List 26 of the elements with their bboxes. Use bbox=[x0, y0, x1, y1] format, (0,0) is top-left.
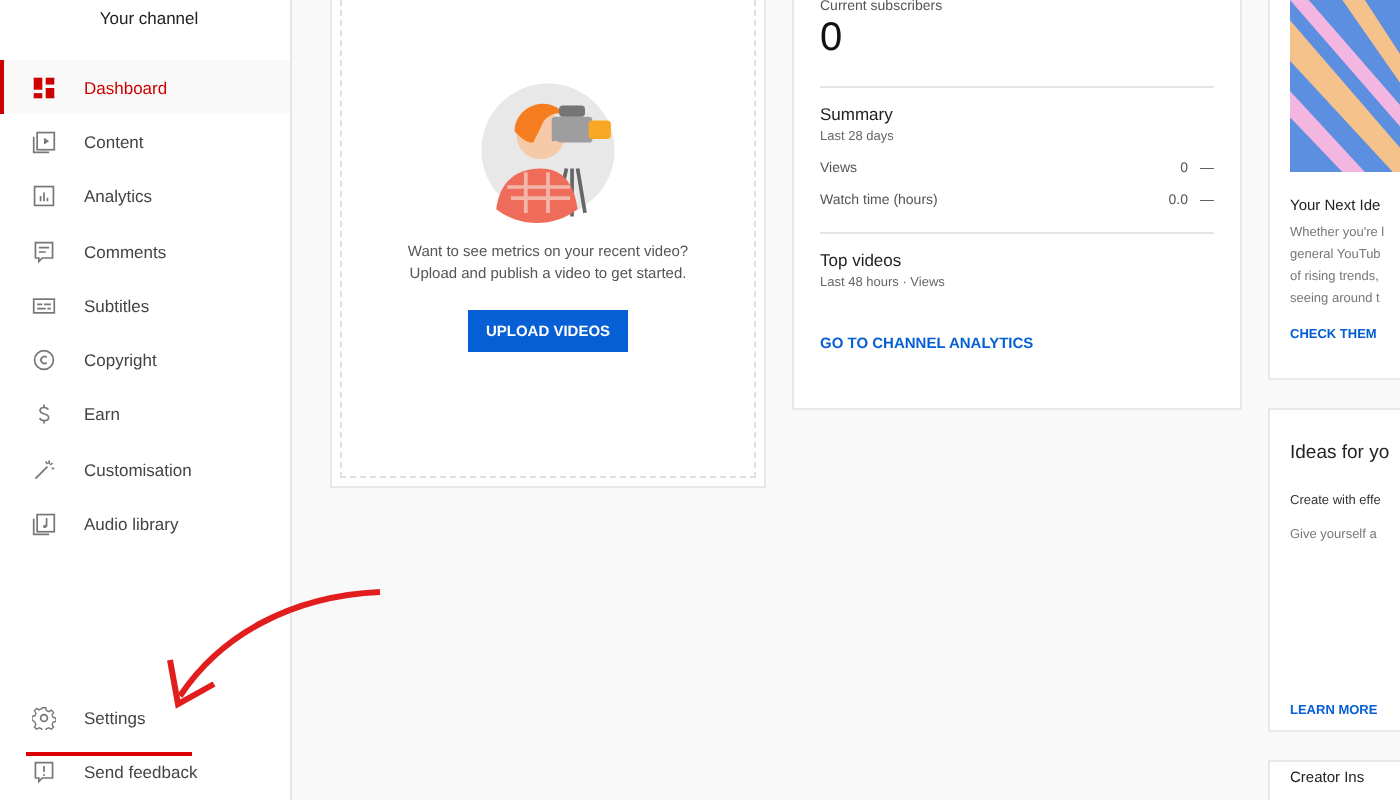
channel-label: Your channel bbox=[97, 6, 201, 32]
feedback-icon bbox=[32, 760, 56, 785]
top-videos-title: Top videos bbox=[820, 250, 904, 270]
subscriber-count: 0 bbox=[820, 16, 845, 62]
play-square-icon bbox=[32, 129, 56, 154]
sidebar-item[interactable]: Copyright bbox=[0, 332, 290, 388]
sidebar-item[interactable]: Dashboard bbox=[0, 60, 290, 115]
sidebar-item[interactable]: Content bbox=[0, 114, 290, 170]
card-title: Ideas for yo bbox=[1290, 442, 1390, 464]
sidebar-item[interactable]: Customisation bbox=[0, 442, 290, 497]
subtitles-icon bbox=[32, 293, 56, 318]
summary-title: Summary bbox=[820, 104, 895, 124]
sidebar-item[interactable]: Analytics bbox=[0, 169, 290, 224]
settings-icon bbox=[32, 706, 56, 731]
sidebar-item[interactable]: Earn bbox=[0, 387, 290, 443]
bar-chart-icon bbox=[32, 184, 56, 209]
sidebar-item[interactable]: Comments bbox=[0, 223, 290, 279]
sidebar-item[interactable]: Send feedback bbox=[0, 745, 290, 800]
music-note-icon bbox=[32, 512, 56, 537]
sidebar-item[interactable]: Subtitles bbox=[0, 278, 290, 333]
dashboard-icon bbox=[32, 75, 56, 100]
magic-wand-icon bbox=[32, 457, 56, 482]
comment-icon bbox=[32, 239, 56, 264]
sidebar-item[interactable]: Audio library bbox=[0, 496, 290, 552]
copyright-icon bbox=[32, 348, 56, 373]
sidebar-item[interactable]: Settings bbox=[0, 690, 290, 746]
